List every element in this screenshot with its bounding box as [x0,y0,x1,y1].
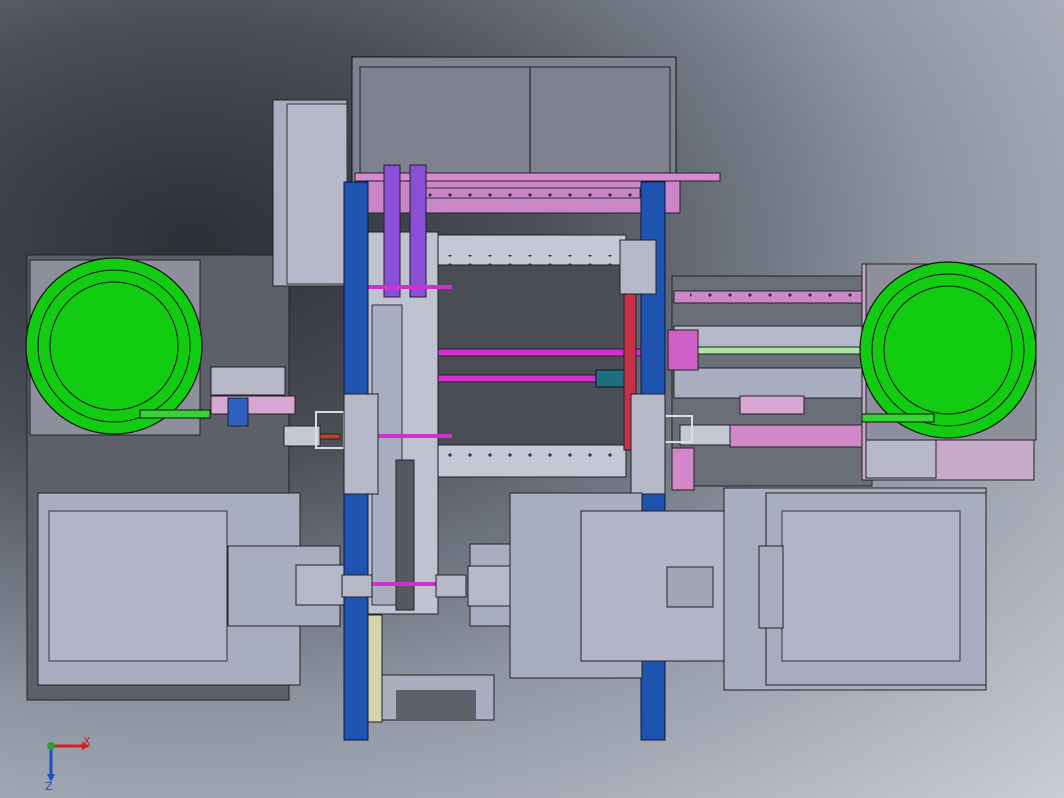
right-plate-grey [673,325,870,351]
magenta-bar-upper [356,285,452,289]
left-gripper [283,425,321,447]
machine-assembly-drawing [25,56,1037,782]
right-pink-arm-lower [671,447,695,491]
purple-bar-right [409,164,427,298]
left-blue-slide [227,397,249,427]
right-pink-arm [729,424,871,448]
triad-z-label: Z [45,780,53,793]
right-pink-bracket [739,395,805,415]
cabinet-door [286,103,348,285]
left-pink-bracket [210,395,296,415]
center-main-box-window [666,566,714,608]
right-frame-block-low [435,574,467,598]
right-feeder-stand [865,439,937,479]
lower-left-channel-inner [396,690,476,720]
right-pink-block [667,329,699,371]
right-motor-block [758,545,784,629]
right-frame-clamp-upper [630,393,666,495]
left-lower-housing-inner [48,510,228,662]
right-vibratory-feeder [859,261,1037,441]
left-frame-block-low [341,574,373,598]
center-coupler [467,565,513,607]
upper-guide-holes [440,255,622,265]
yellow-guide [367,614,383,723]
triad-x-label: X [83,735,91,748]
right-lower-plate [673,367,870,399]
top-hopper [351,56,677,186]
top-pink-slot [419,187,641,199]
left-coupler [295,564,345,606]
teal-cylinder [595,369,625,388]
left-feeder-mount-top [210,366,286,396]
right-lower-housing-window [781,510,961,662]
purple-bar-left [383,164,401,298]
center-rod-upper [435,348,657,357]
left-vertical-slot [395,459,415,611]
right-green-rod [689,346,861,355]
center-rod-lower [435,374,617,383]
cad-viewport[interactable]: X Z [0,0,1064,798]
left-vibratory-feeder [25,257,211,436]
right-upper-rail-holes [690,293,860,301]
coordinate-triad-icon [47,742,90,782]
right-frame-block-top [619,239,657,295]
lower-guide-holes [440,448,622,458]
left-frame-clamp-upper [343,393,379,495]
left-red-tip [319,433,341,440]
